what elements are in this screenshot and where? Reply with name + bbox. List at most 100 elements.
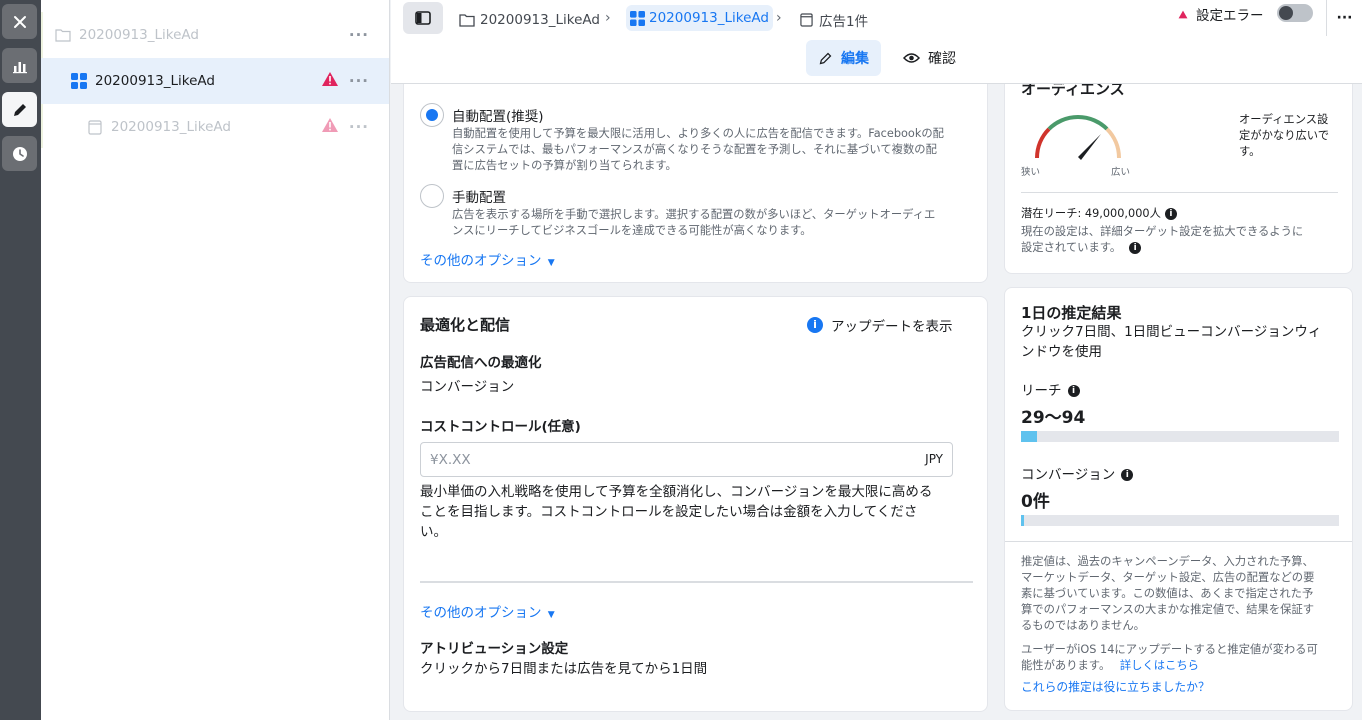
more-options-label: その他のオプション [420, 253, 542, 269]
edit-tab[interactable]: 編集 [806, 40, 881, 76]
auto-placement-desc: 置に広告セットの予算が割り当てられます。 [452, 159, 677, 172]
error-label: 設定エラー [1196, 8, 1264, 24]
potential-reach: 潜在リーチ: 49,000,000人 i [1021, 205, 1177, 221]
conversion-value: 0件 [1021, 492, 1050, 512]
reach-bar [1021, 431, 1339, 442]
tree-item-campaign[interactable]: 20200913_LikeAd ··· [41, 12, 389, 58]
manual-placement-desc: 広告を表示する場所を手動で選択します。選択する配置の数が多いほど、ターゲットオー… [452, 208, 936, 221]
estimate-note: 素に基づいています。この数値は、あくまで指定された予 [1021, 587, 1314, 600]
caret-down-icon: ▼ [547, 610, 555, 620]
more-icon[interactable]: ··· [349, 118, 369, 136]
cost-control-input[interactable]: ¥X.XX JPY [420, 442, 953, 477]
cost-desc: い。 [420, 524, 447, 540]
cost-control-label: コストコントロール(任意) [420, 419, 581, 435]
breadcrumb-adset[interactable]: 20200913_LikeAd [626, 5, 773, 31]
breadcrumb-ad[interactable]: 広告1件 [800, 8, 868, 32]
currency-label: JPY [925, 452, 943, 466]
warning-icon [322, 72, 338, 86]
cost-desc: 最小単価の入札戦略を使用して予算を全額消化し、コンバージョンを最大限に高める [420, 484, 933, 500]
ad-page-icon [88, 120, 102, 135]
caret-down-icon: ▼ [547, 258, 555, 268]
settings-error-indicator: 設定エラー [1178, 5, 1264, 24]
tree-item-adset[interactable]: 20200913_LikeAd ··· [41, 58, 389, 104]
tree-item-ad[interactable]: 20200913_LikeAd ··· [41, 104, 389, 150]
conversion-bar [1021, 515, 1339, 526]
optimization-title: 最適化と配信 [420, 316, 511, 334]
manual-placement-radio[interactable] [420, 184, 444, 208]
gauge-note: す。 [1239, 145, 1261, 158]
divider [420, 581, 973, 583]
auto-placement-radio[interactable] [420, 103, 444, 127]
review-tab[interactable]: 確認 [891, 40, 968, 76]
breadcrumb-label: 20200913_LikeAd [649, 10, 769, 26]
update-link[interactable]: i アップデートを表示 [807, 315, 953, 335]
ad-page-icon [800, 13, 813, 27]
auto-placement-desc: 自動配置を使用して予算を最大限に活用し、より多くの人に広告を配信できます。Fac… [452, 127, 944, 140]
optimization-card: 最適化と配信 i アップデートを表示 広告配信への最適化 コンバージョン コスト… [403, 296, 988, 712]
info-icon[interactable]: i [1129, 242, 1142, 254]
more-options-button[interactable]: ··· [1326, 0, 1362, 36]
close-button[interactable] [2, 4, 37, 39]
info-icon[interactable]: i [1164, 208, 1177, 220]
top-bar: 20200913_LikeAd › 20200913_LikeAd › 広告1件… [391, 0, 1362, 84]
divider [1021, 192, 1338, 193]
breadcrumb-label: 広告1件 [819, 14, 869, 30]
audience-gauge [1034, 115, 1122, 160]
sidebar-toggle-icon [415, 11, 431, 25]
clock-icon [12, 146, 27, 161]
feedback-link[interactable]: これらの推定は役に立ちましたか？ [1021, 678, 1210, 695]
learn-more-link[interactable]: 詳しくはこちら [1120, 659, 1199, 672]
gauge-note: 定がかなり広いで [1239, 129, 1330, 142]
history-button[interactable] [2, 136, 37, 171]
review-tab-label: 確認 [928, 51, 956, 67]
auto-placement-desc: 信システムでは、最もパフォーマンスが高くなりそうな配置を予測し、それに基づいて複… [452, 143, 937, 156]
more-options-link[interactable]: その他のオプション ▼ [420, 249, 555, 269]
attribution-value: クリックから7日間または広告を見てから1日間 [420, 661, 708, 677]
folder-icon [55, 29, 71, 42]
info-icon: i [807, 317, 823, 333]
reach-label-text: リーチ [1021, 383, 1062, 399]
estimate-note: マーケットデータ、ターゲット設定、広告の配置などの要 [1021, 571, 1315, 584]
more-icon: ··· [1336, 10, 1353, 26]
breadcrumb-label: 20200913_LikeAd [480, 12, 600, 28]
pencil-icon [13, 103, 26, 116]
auto-placement-label: 自動配置(推奨) [452, 109, 544, 125]
cost-placeholder: ¥X.XX [430, 452, 471, 468]
adset-grid-icon [71, 73, 87, 89]
tree-item-label: 20200913_LikeAd [79, 27, 199, 43]
edit-mode-button[interactable] [2, 92, 37, 127]
estimate-note: るものではありません。 [1021, 619, 1145, 632]
toggle-knob [1279, 6, 1293, 20]
narrow-label: 狭い [1021, 167, 1041, 178]
toggle-panel-button[interactable] [403, 2, 443, 34]
warning-icon [322, 118, 338, 132]
breadcrumb-campaign[interactable]: 20200913_LikeAd [459, 8, 600, 32]
adset-grid-icon [630, 10, 645, 26]
pencil-icon [819, 52, 832, 64]
ios-note: 能性があります。 詳しくはこちら [1021, 658, 1199, 675]
reports-button[interactable] [2, 48, 37, 83]
update-label: アップデートを表示 [831, 319, 953, 335]
left-rail [0, 0, 41, 720]
info-icon[interactable]: i [1067, 385, 1080, 397]
more-icon[interactable]: ··· [349, 72, 369, 90]
reach-label: リーチ i [1021, 379, 1080, 399]
tree-item-label: 20200913_LikeAd [95, 73, 215, 89]
more-icon[interactable]: ··· [349, 26, 369, 44]
error-toggle[interactable] [1277, 4, 1313, 22]
info-icon[interactable]: i [1121, 469, 1134, 481]
placement-card: 自動配置(推奨) 自動配置を使用して予算を最大限に活用し、より多くの人に広告を配… [403, 84, 988, 283]
broad-label: 広い [1111, 167, 1131, 178]
estimate-note: 推定値は、過去のキャンペーンデータ、入力された予算、 [1021, 555, 1314, 568]
more-options-link[interactable]: その他のオプション ▼ [420, 601, 555, 621]
more-options-label: その他のオプション [420, 605, 542, 621]
audience-title: オーディエンス [1021, 84, 1125, 98]
cost-desc: ことを目指します。コストコントロールを設定したい場合は金額を入力してくださ [420, 504, 918, 520]
close-icon [13, 15, 26, 28]
manual-placement-desc: ンスにリーチしてビジネスゴールを達成できる可能性が高くなります。 [452, 224, 812, 237]
warning-icon [1178, 10, 1188, 18]
ios-note: ユーザーがiOS 14にアップデートすると推定値が変わる可 [1021, 643, 1318, 656]
current-note: 現在の設定は、詳細ターゲット設定を拡大できるように [1021, 225, 1304, 238]
eye-icon [903, 53, 920, 63]
edit-tab-label: 編集 [841, 51, 869, 67]
